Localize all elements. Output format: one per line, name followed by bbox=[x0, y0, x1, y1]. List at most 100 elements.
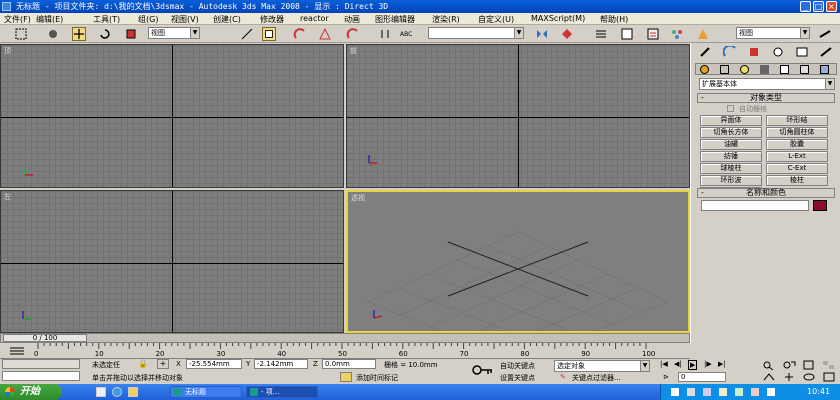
tray-icon-6[interactable] bbox=[751, 388, 759, 396]
transform-center-icon[interactable] bbox=[262, 27, 276, 41]
tray-icon-4[interactable] bbox=[719, 388, 727, 396]
menu-create[interactable]: 创建(C) bbox=[213, 14, 241, 25]
quicklaunch-ie-icon[interactable] bbox=[112, 387, 122, 397]
select-link-icon[interactable] bbox=[240, 27, 254, 41]
zoom-icon[interactable] bbox=[762, 360, 776, 370]
object-button-chamfer-box[interactable]: 切角长方体 bbox=[700, 127, 762, 138]
maxscript-listener-bottom[interactable] bbox=[2, 371, 80, 381]
menu-file[interactable]: 文件(F) bbox=[4, 14, 31, 25]
key-filters-button[interactable]: 关键点过滤器... bbox=[572, 373, 621, 383]
mirror-icon[interactable] bbox=[535, 27, 549, 41]
absolute-mode-icon[interactable]: + bbox=[157, 359, 169, 369]
taskbar-item-max[interactable]: 无标题 bbox=[170, 386, 242, 398]
align-icon[interactable] bbox=[560, 27, 574, 41]
helpers-icon[interactable] bbox=[780, 65, 789, 74]
tray-icon-1[interactable] bbox=[671, 388, 679, 396]
lights-icon[interactable] bbox=[740, 65, 749, 74]
display-tab-icon[interactable] bbox=[795, 46, 809, 58]
create-tab-icon[interactable] bbox=[699, 46, 713, 58]
rollout-object-type[interactable]: - 对象类型 bbox=[697, 93, 835, 103]
go-to-end-icon[interactable]: ▶| bbox=[718, 360, 726, 368]
rollout-name-color[interactable]: - 名称和颜色 bbox=[697, 188, 835, 198]
maximize-button[interactable]: □ bbox=[813, 1, 824, 12]
volume-icon[interactable] bbox=[767, 388, 775, 396]
material-editor-icon[interactable] bbox=[670, 27, 684, 41]
autogrid-checkbox[interactable]: 自动栅格 bbox=[727, 104, 807, 114]
set-key-button[interactable]: 设置关键点 bbox=[500, 373, 535, 383]
zoom-extents-all-icon[interactable] bbox=[822, 360, 836, 370]
next-frame-icon[interactable]: |▶ bbox=[704, 360, 712, 368]
time-tag-icon[interactable] bbox=[340, 372, 352, 382]
menu-views[interactable]: 视图(V) bbox=[171, 14, 199, 25]
percent-snap-icon[interactable] bbox=[346, 27, 360, 41]
go-to-start-icon[interactable]: |◀ bbox=[660, 360, 668, 368]
clock[interactable]: 10:41 bbox=[807, 387, 830, 396]
key-mode-icon[interactable]: ⊳ bbox=[663, 373, 669, 381]
object-button-chamfer-cyl[interactable]: 切角圆柱体 bbox=[766, 127, 828, 138]
zoom-extents-icon[interactable] bbox=[802, 360, 816, 370]
reference-coordinate-dropdown[interactable]: 视图 ▼ bbox=[148, 27, 200, 39]
select-object-icon[interactable] bbox=[14, 27, 28, 41]
systems-icon[interactable] bbox=[820, 65, 829, 74]
cameras-icon[interactable] bbox=[760, 65, 769, 74]
track-bar[interactable]: 0 10 20 30 40 50 60 70 80 90 100 bbox=[0, 343, 690, 359]
auto-key-button[interactable]: 自动关键点 bbox=[500, 361, 535, 371]
key-icon[interactable] bbox=[472, 363, 494, 377]
snap-toggle-icon[interactable] bbox=[293, 27, 307, 41]
taskbar-item-explorer[interactable]: - 项... bbox=[246, 386, 318, 398]
start-button[interactable]: 开始 bbox=[0, 384, 62, 400]
menu-rendering[interactable]: 渲染(R) bbox=[432, 14, 460, 25]
tray-icon-5[interactable] bbox=[735, 388, 743, 396]
menu-tools[interactable]: 工具(T) bbox=[93, 14, 120, 25]
object-button-capsule[interactable]: 胶囊 bbox=[766, 139, 828, 150]
y-coordinate-input[interactable]: -2.142mm bbox=[254, 359, 308, 369]
menu-group[interactable]: 组(G) bbox=[138, 14, 158, 25]
lock-icon[interactable]: 🔒 bbox=[138, 359, 148, 368]
object-name-input[interactable] bbox=[701, 200, 809, 211]
hierarchy-tab-icon[interactable] bbox=[747, 46, 761, 58]
spinner-snap-icon[interactable] bbox=[378, 27, 392, 41]
close-button[interactable]: × bbox=[826, 1, 837, 12]
motion-tab-icon[interactable] bbox=[771, 46, 785, 58]
select-move-icon[interactable] bbox=[72, 27, 86, 41]
quicklaunch-folder-icon[interactable] bbox=[128, 387, 138, 397]
select-by-name-icon[interactable] bbox=[46, 27, 60, 41]
quicklaunch-desktop-icon[interactable] bbox=[96, 387, 106, 397]
x-coordinate-input[interactable]: -25.554mm bbox=[186, 359, 242, 369]
curve-editor-icon[interactable] bbox=[620, 27, 634, 41]
object-button-torus-knot[interactable]: 环形结 bbox=[766, 115, 828, 126]
menu-reactor[interactable]: reactor bbox=[300, 14, 329, 23]
orbit-icon[interactable] bbox=[802, 372, 816, 382]
previous-frame-icon[interactable]: ◀| bbox=[674, 360, 682, 368]
object-category-dropdown[interactable]: 扩展基本体 ▼ bbox=[699, 78, 835, 90]
menu-customize[interactable]: 自定义(U) bbox=[478, 14, 514, 25]
menu-graph-editors[interactable]: 图形编辑器 bbox=[375, 14, 415, 25]
render-type-dropdown[interactable]: 视图 ▼ bbox=[736, 27, 810, 39]
tray-icon-3[interactable] bbox=[703, 388, 711, 396]
time-slider-thumb[interactable]: 0 / 100 bbox=[3, 334, 87, 342]
object-button-oiltank[interactable]: 油罐 bbox=[700, 139, 762, 150]
viewport-left[interactable]: 左 bbox=[0, 190, 344, 333]
menu-modifiers[interactable]: 修改器 bbox=[260, 14, 284, 25]
minimize-button[interactable]: _ bbox=[800, 1, 811, 12]
object-color-swatch[interactable] bbox=[813, 200, 827, 211]
viewport-top[interactable]: 顶 bbox=[0, 44, 344, 188]
utilities-tab-icon[interactable] bbox=[819, 46, 833, 58]
named-selection-dropdown[interactable]: ▼ bbox=[428, 27, 524, 39]
menu-animation[interactable]: 动画 bbox=[344, 14, 360, 25]
current-frame-input[interactable]: 0 bbox=[678, 372, 726, 382]
time-slider-track[interactable]: 0 / 100 bbox=[0, 333, 690, 343]
tray-icon-2[interactable] bbox=[687, 388, 695, 396]
select-scale-icon[interactable] bbox=[124, 27, 138, 41]
modify-tab-icon[interactable] bbox=[723, 46, 737, 58]
render-scene-icon[interactable] bbox=[696, 27, 710, 41]
menu-edit[interactable]: 编辑(E) bbox=[36, 14, 63, 25]
menu-help[interactable]: 帮助(H) bbox=[600, 14, 628, 25]
zoom-all-icon[interactable] bbox=[782, 360, 796, 370]
select-rotate-icon[interactable] bbox=[98, 27, 112, 41]
maxscript-listener-top[interactable] bbox=[2, 359, 80, 369]
viewport-front[interactable]: 前 bbox=[346, 44, 690, 188]
add-time-tag-label[interactable]: 添加时间标记 bbox=[356, 373, 398, 383]
object-button-prism[interactable]: 棱柱 bbox=[766, 175, 828, 186]
object-button-spindle[interactable]: 纺锤 bbox=[700, 151, 762, 162]
